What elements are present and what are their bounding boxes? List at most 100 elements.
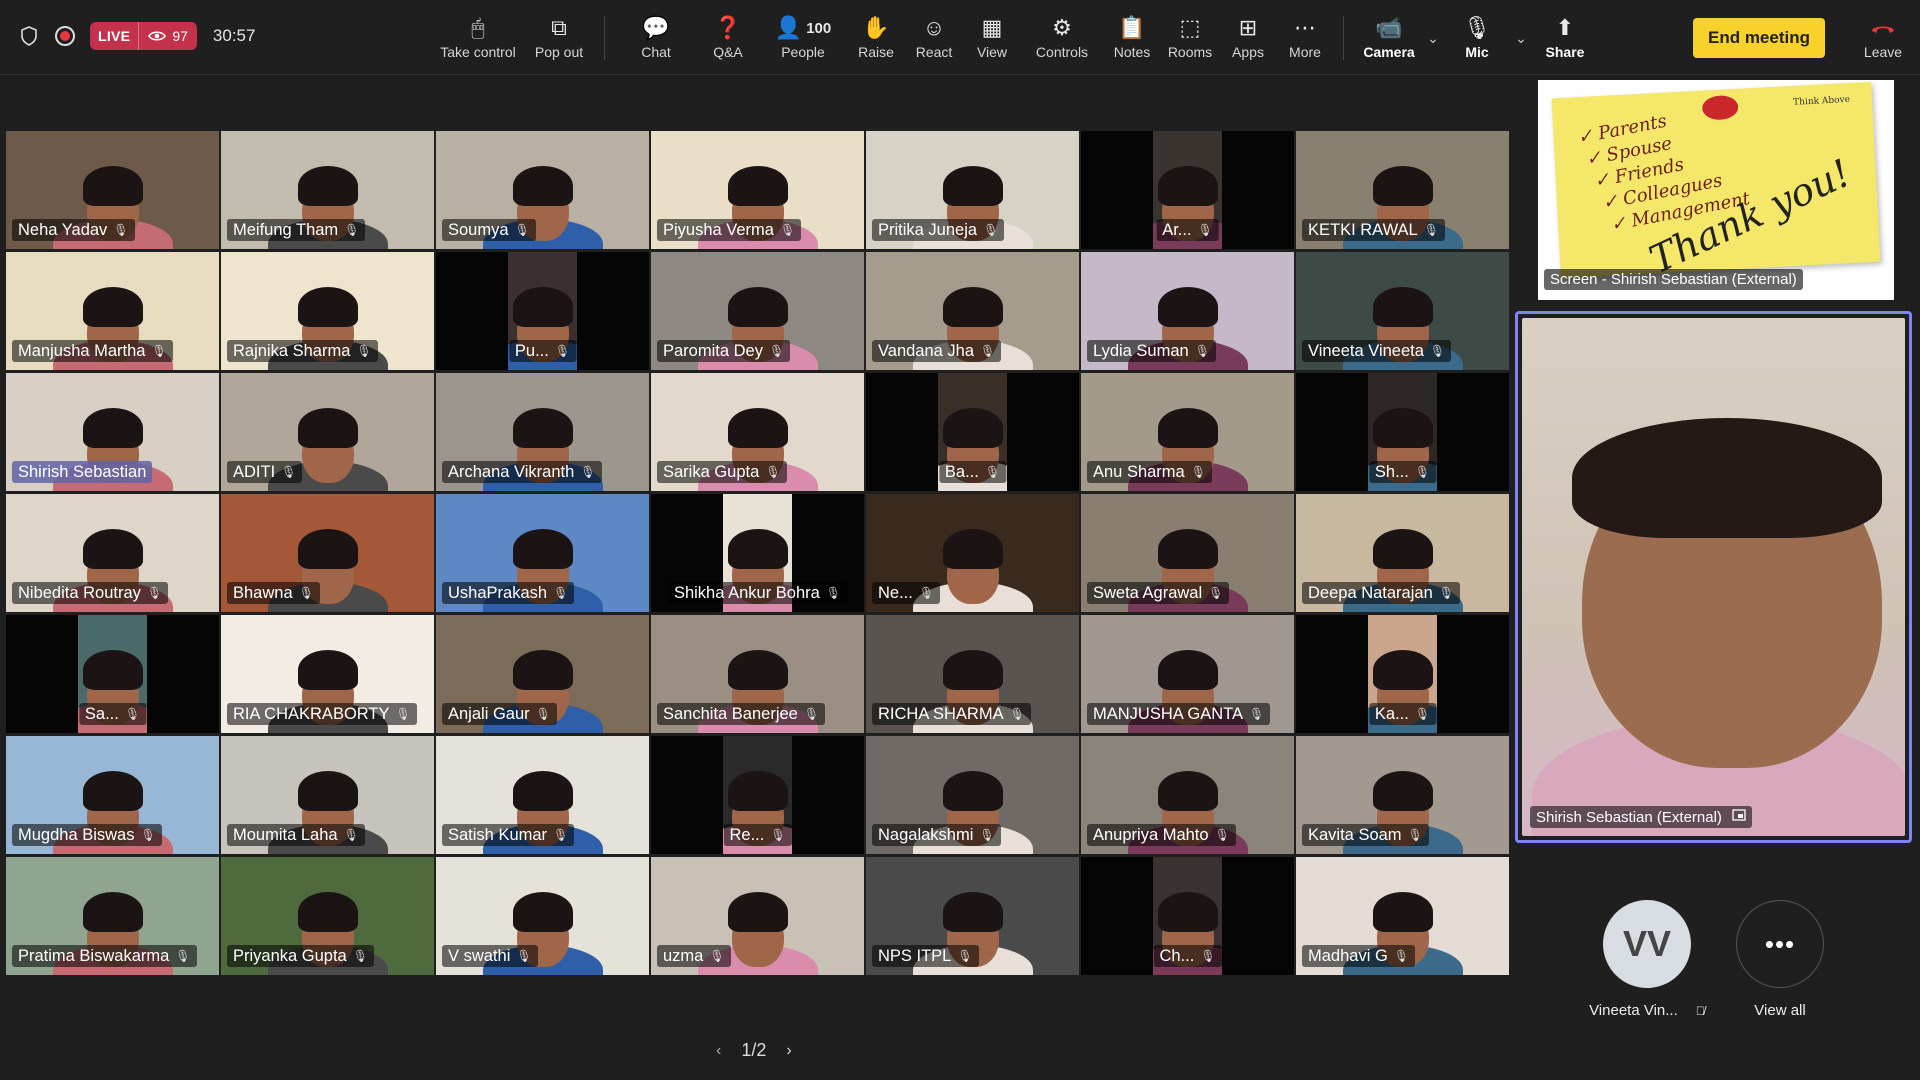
mic-muted-icon: 🎙 [1438,586,1454,600]
view-all-button[interactable]: ••• View all [1730,900,1830,1019]
take-control-button[interactable]: 🖱 Take control [432,0,524,75]
participant-tile[interactable]: Ba... 🎙 [865,372,1080,492]
notes-button[interactable]: 📋 Notes [1103,0,1161,75]
participant-tile[interactable]: Ka... 🎙 [1295,614,1510,734]
next-page-icon[interactable]: › [786,1042,791,1060]
participant-hair [82,166,143,207]
pop-out-button[interactable]: ⧉ Pop out [524,0,594,75]
participant-tile[interactable]: Sh... 🎙 [1295,372,1510,492]
participant-tile[interactable]: Ar... 🎙 [1080,130,1295,250]
participant-tile[interactable]: Satish Kumar 🎙 [435,735,650,855]
participant-tile[interactable]: Anjali Gaur 🎙 [435,614,650,734]
participant-tile[interactable]: Sweta Agrawal 🎙 [1080,493,1295,613]
participant-hair [82,529,143,570]
participant-tile[interactable]: Pritika Juneja 🎙 [865,130,1080,250]
participant-tile[interactable]: Shikha Ankur Bohra 🎙 [650,493,865,613]
participant-hair [82,287,143,328]
participant-name: Sweta Agrawal [1093,584,1203,602]
participant-tile[interactable]: Sarika Gupta 🎙 [650,372,865,492]
participant-tile[interactable]: Ch... 🎙 [1080,856,1295,976]
participant-tile[interactable]: UshaPrakash 🎙 [435,493,650,613]
participant-tile[interactable]: Neha Yadav 🎙 [5,130,220,250]
participant-tile[interactable]: NPS ITPL 🎙 [865,856,1080,976]
participant-tile[interactable]: V swathi 🎙 [435,856,650,976]
participant-tile[interactable]: Nibedita Routray 🎙 [5,493,220,613]
participant-tile[interactable]: Vineeta Vineeta 🎙 [1295,251,1510,371]
mic-muted-icon: 🎙 [918,586,935,600]
shield-icon[interactable] [18,25,40,47]
more-button[interactable]: ⋯ More [1277,0,1333,75]
participant-tile[interactable]: RIA CHAKRABORTY 🎙 [220,614,435,734]
participant-tile[interactable]: Mugdha Biswas 🎙 [5,735,220,855]
participant-hair [297,892,358,933]
participant-tile[interactable]: Anu Sharma 🎙 [1080,372,1295,492]
participant-tile[interactable]: Soumya 🎙 [435,130,650,250]
participant-tile[interactable]: Priyanka Gupta 🎙 [220,856,435,976]
overflow-participant[interactable]: VV Vineeta Vin... 🎙̸ [1587,900,1707,1019]
react-button[interactable]: ☺ React [905,0,963,75]
participant-hair [512,771,573,812]
pin-video-icon[interactable] [1732,808,1746,826]
mic-button[interactable]: 🎙 Mic [1442,0,1512,75]
mic-muted-icon: 🎙 [151,344,167,358]
chat-button[interactable]: 💬 Chat [615,0,697,75]
participant-tile[interactable]: Shirish Sebastian [5,372,220,492]
controls-button[interactable]: ⚙ Controls [1021,0,1103,75]
participant-tile[interactable]: Rajnika Sharma 🎙 [220,251,435,371]
participant-tile[interactable]: uzma 🎙 [650,856,865,976]
participant-tile[interactable]: Manjusha Martha 🎙 [5,251,220,371]
participant-tile[interactable]: Paromita Dey 🎙 [650,251,865,371]
participant-tile[interactable]: Pratima Biswakarma 🎙 [5,856,220,976]
participant-tile[interactable]: Kavita Soam 🎙 [1295,735,1510,855]
participant-name: Kavita Soam [1308,826,1402,844]
participant-tile[interactable]: Re... 🎙 [650,735,865,855]
rooms-button[interactable]: ⬚ Rooms [1161,0,1219,75]
participant-tile[interactable]: Sanchita Banerjee 🎙 [650,614,865,734]
participant-tile[interactable]: KETKI RAWAL 🎙 [1295,130,1510,250]
screen-share-panel[interactable]: Think Above ✓ Parents ✓ Spouse ✓ Friends ✓ … [1538,80,1894,300]
more-icon: ⋯ [1294,15,1316,40]
participant-tile[interactable]: RICHA SHARMA 🎙 [865,614,1080,734]
participant-tile[interactable]: Bhawna 🎙 [220,493,435,613]
prev-page-icon[interactable]: ‹ [716,1042,721,1060]
participant-hair [942,287,1003,328]
qa-button[interactable]: ❓ Q&A [697,0,759,75]
participant-name: Ka... [1374,705,1409,723]
mic-muted-icon: 🎙 [352,949,368,963]
participant-name-tag: Soumya 🎙 [442,219,536,241]
participant-tile[interactable]: Piyusha Verma 🎙 [650,130,865,250]
live-badge[interactable]: LIVE 97 [90,22,197,50]
participant-tile[interactable]: Moumita Laha 🎙 [220,735,435,855]
participant-tile[interactable]: Anupriya Mahto 🎙 [1080,735,1295,855]
qa-icon: ❓ [714,15,742,40]
participant-tile[interactable]: Deepa Natarajan 🎙 [1295,493,1510,613]
participant-tile[interactable]: ADITI 🎙 [220,372,435,492]
participant-tile[interactable]: Pu... 🎙 [435,251,650,371]
mic-options-chevron-down-icon[interactable]: ⌄ [1512,0,1530,75]
camera-button[interactable]: 📹 Camera [1354,0,1424,75]
view-button[interactable]: ▦ View [963,0,1021,75]
participant-tile[interactable]: Sa... 🎙 [5,614,220,734]
phone-hangup-icon [1870,13,1896,43]
raise-button[interactable]: ✋ Raise [847,0,905,75]
participant-tile[interactable]: Meifung Tham 🎙 [220,130,435,250]
participant-tile[interactable]: Archana Vikranth 🎙 [435,372,650,492]
rooms-icon: ⬚ [1179,15,1201,40]
participant-tile[interactable]: MANJUSHA GANTA 🎙 [1080,614,1295,734]
participant-name: Paromita Dey [663,342,763,360]
participant-tile[interactable]: Vandana Jha 🎙 [865,251,1080,371]
participant-tile[interactable]: Madhavi G 🎙 [1295,856,1510,976]
spotlight-video[interactable]: Shirish Sebastian (External) [1515,311,1912,843]
participant-tile[interactable]: Lydia Suman 🎙 [1080,251,1295,371]
participant-tile[interactable]: Ne... 🎙 [865,493,1080,613]
leave-button[interactable]: Leave [1848,0,1918,75]
mic-muted-icon: 🎙 [356,344,372,358]
mic-muted-icon: 🎙 [1194,344,1210,358]
camera-options-chevron-down-icon[interactable]: ⌄ [1424,0,1442,75]
share-button[interactable]: ⬆ Share [1530,0,1600,75]
participant-tile[interactable]: Nagalakshmi 🎙 [865,735,1080,855]
apps-button[interactable]: ⊞ Apps [1219,0,1277,75]
recording-icon[interactable] [54,25,76,47]
end-meeting-button[interactable]: End meeting [1693,18,1825,58]
people-button[interactable]: 👤 100 People [759,0,847,75]
